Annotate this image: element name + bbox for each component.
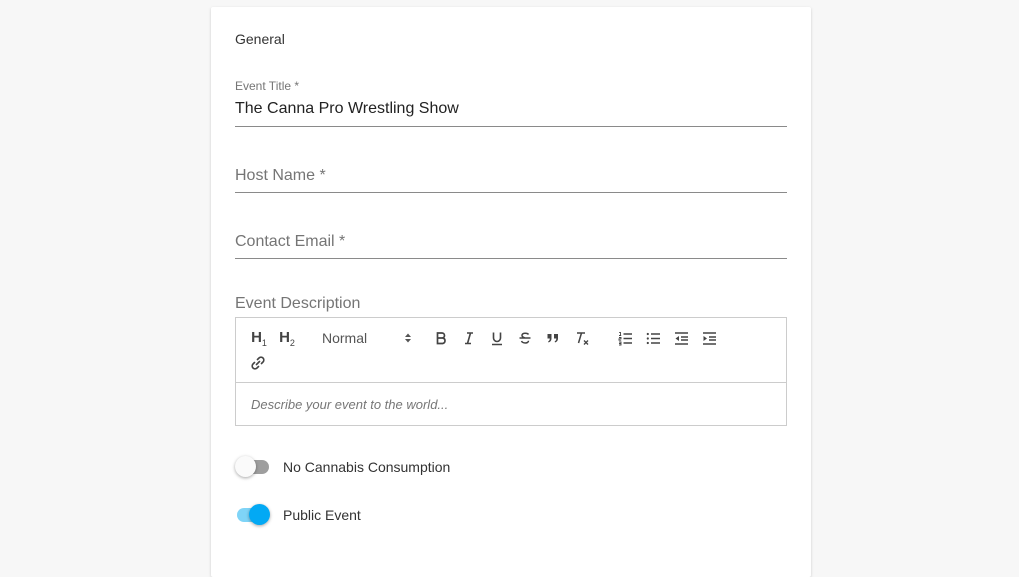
section-title: General xyxy=(235,31,285,47)
no-cannabis-toggle-row: No Cannabis Consumption xyxy=(235,455,450,479)
event-title-input[interactable] xyxy=(235,97,787,121)
no-cannabis-label: No Cannabis Consumption xyxy=(283,459,451,475)
editor-placeholder: Describe your event to the world... xyxy=(251,397,449,412)
editor-toolbar: H1 H2 Normal xyxy=(236,318,786,383)
heading1-icon: H1 xyxy=(251,328,267,348)
heading2-icon: H2 xyxy=(279,328,295,348)
event-description-label: Event Description xyxy=(235,295,361,312)
heading1-sub: 1 xyxy=(261,337,267,348)
text-size-value: Normal xyxy=(322,330,368,346)
contact-email-field[interactable]: Contact Email * xyxy=(235,223,787,263)
link-button[interactable] xyxy=(248,352,268,374)
outdent-button[interactable] xyxy=(672,327,690,349)
host-name-underline xyxy=(235,192,787,193)
no-cannabis-switch[interactable] xyxy=(235,455,271,479)
event-title-underline xyxy=(235,126,787,127)
editor-content-area[interactable]: Describe your event to the world... xyxy=(236,383,786,425)
bullet-list-icon xyxy=(646,332,660,344)
italic-icon xyxy=(465,332,473,345)
host-name-field[interactable]: Host Name * xyxy=(235,157,787,197)
event-title-label: Event Title * xyxy=(235,79,300,93)
link-icon xyxy=(251,356,265,370)
heading1-button[interactable]: H1 xyxy=(248,327,270,349)
blockquote-button[interactable] xyxy=(544,327,562,349)
underline-button[interactable] xyxy=(488,327,506,349)
text-size-select[interactable]: Normal xyxy=(322,327,412,349)
general-form-card: General Event Title * Host Name * Contac… xyxy=(211,7,811,577)
switch-thumb xyxy=(235,456,256,477)
public-event-switch[interactable] xyxy=(235,503,271,527)
ordered-list-button[interactable] xyxy=(616,327,634,349)
bullet-list-button[interactable] xyxy=(644,327,662,349)
clear-format-icon xyxy=(577,331,589,345)
indent-icon xyxy=(702,331,716,345)
contact-email-underline xyxy=(235,258,787,259)
event-title-field: Event Title * xyxy=(235,77,787,129)
bold-icon xyxy=(436,332,446,345)
public-event-toggle-row: Public Event xyxy=(235,503,361,527)
italic-button[interactable] xyxy=(460,327,478,349)
heading2-button[interactable]: H2 xyxy=(276,327,298,349)
rich-text-editor: H1 H2 Normal Describe your event to the … xyxy=(235,317,787,426)
switch-thumb xyxy=(249,504,270,525)
indent-button[interactable] xyxy=(700,327,718,349)
select-arrows-icon xyxy=(405,333,411,343)
ordered-list-icon xyxy=(618,331,632,345)
clear-format-button[interactable] xyxy=(572,327,592,349)
public-event-label: Public Event xyxy=(283,507,361,523)
strikethrough-button[interactable] xyxy=(516,327,534,349)
bold-button[interactable] xyxy=(432,327,450,349)
strikethrough-icon xyxy=(519,332,531,344)
underline-icon xyxy=(492,332,502,345)
heading2-sub: 2 xyxy=(289,337,295,348)
outdent-icon xyxy=(674,331,688,345)
blockquote-icon xyxy=(547,334,558,343)
contact-email-input[interactable] xyxy=(235,231,787,255)
host-name-input[interactable] xyxy=(235,165,787,189)
